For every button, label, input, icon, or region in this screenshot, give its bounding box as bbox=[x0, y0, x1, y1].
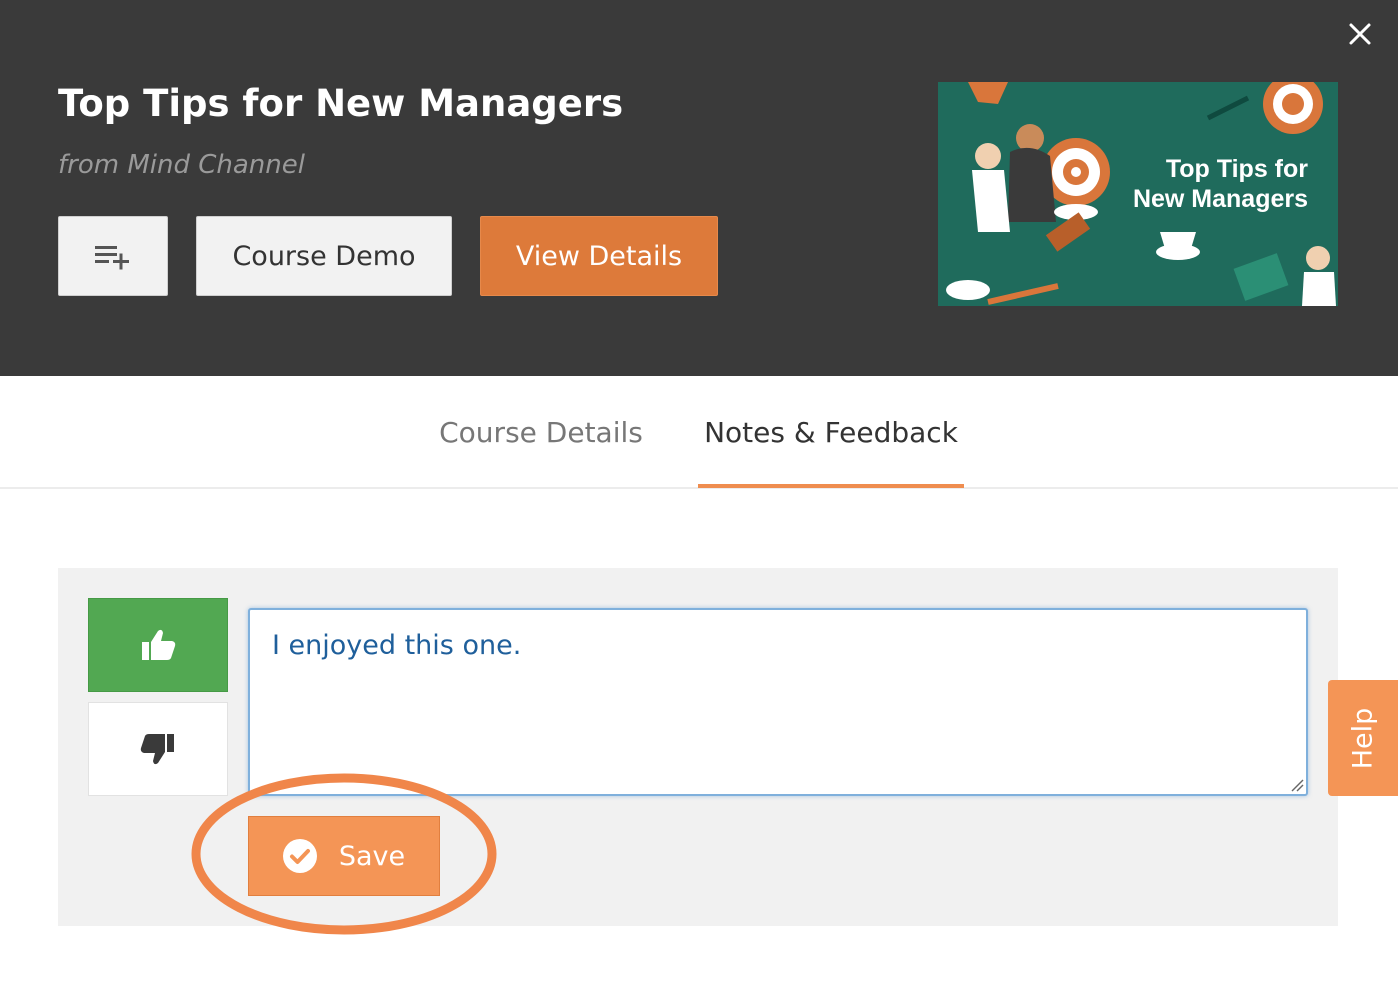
playlist-add-icon bbox=[95, 246, 129, 270]
thumbs-down-button[interactable] bbox=[88, 702, 228, 796]
tab-bar: Course Details Notes & Feedback bbox=[0, 376, 1398, 489]
course-demo-button[interactable]: Course Demo bbox=[196, 216, 452, 296]
course-header: Top Tips for New Managers from Mind Chan… bbox=[0, 0, 1398, 376]
thumbs-down-icon bbox=[140, 734, 174, 765]
course-thumbnail: Top Tips for New Managers bbox=[938, 82, 1338, 306]
thumbnail-caption: Top Tips for New Managers bbox=[1133, 154, 1308, 214]
feedback-panel: Save bbox=[58, 568, 1338, 926]
view-details-button[interactable]: View Details bbox=[480, 216, 718, 296]
resize-handle-icon[interactable] bbox=[1290, 778, 1304, 792]
save-button[interactable]: Save bbox=[248, 816, 440, 896]
help-tab[interactable]: Help bbox=[1328, 680, 1398, 796]
thumbnail-caption-line2: New Managers bbox=[1132, 185, 1308, 213]
course-title: Top Tips for New Managers bbox=[58, 82, 624, 125]
tab-notes-feedback[interactable]: Notes & Feedback bbox=[698, 376, 964, 488]
feedback-note-textarea[interactable] bbox=[248, 608, 1308, 796]
save-button-label: Save bbox=[338, 840, 406, 872]
tab-course-details[interactable]: Course Details bbox=[430, 376, 652, 488]
help-label: Help bbox=[1347, 707, 1379, 769]
thumbs-up-icon bbox=[142, 629, 176, 660]
add-to-playlist-button[interactable] bbox=[58, 216, 168, 296]
check-circle-icon bbox=[282, 839, 317, 873]
close-button[interactable] bbox=[1340, 16, 1380, 56]
course-provider: from Mind Channel bbox=[58, 150, 305, 180]
close-icon bbox=[1349, 23, 1371, 45]
thumbs-up-button[interactable] bbox=[88, 598, 228, 692]
thumbnail-caption-line1: Top Tips for bbox=[1165, 155, 1308, 183]
active-tab-indicator bbox=[698, 484, 964, 488]
